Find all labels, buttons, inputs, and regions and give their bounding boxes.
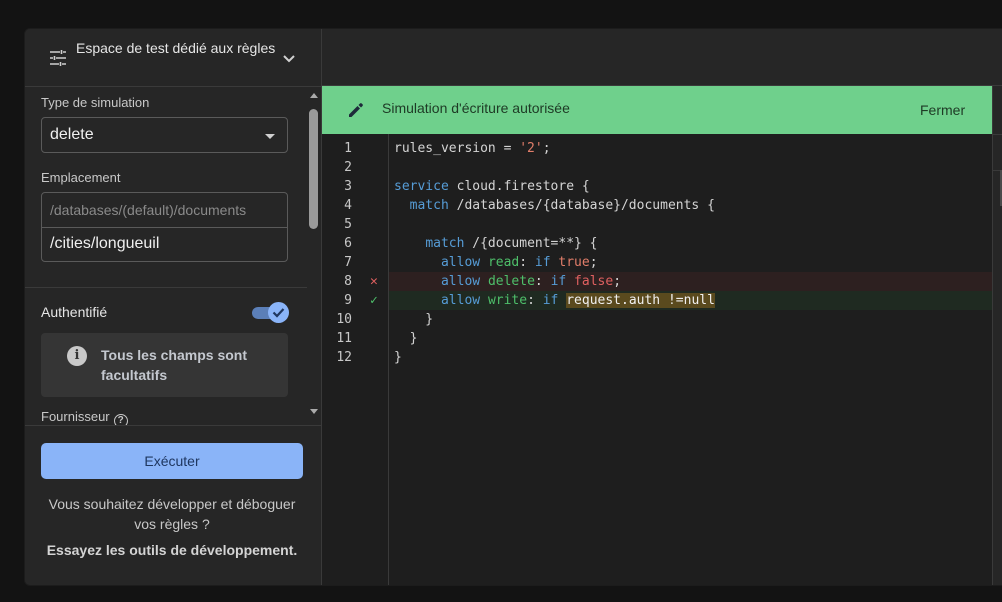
line-number: 10 — [336, 312, 352, 327]
auth-toggle[interactable] — [252, 302, 289, 323]
dev-tools-link[interactable]: Essayez les outils de développement. — [41, 542, 303, 558]
code-line: } — [394, 312, 434, 327]
code-line: allow read: if true; — [440, 255, 598, 270]
scroll-thumb[interactable] — [309, 109, 318, 229]
code-line: match /databases/{database}/documents { — [409, 198, 715, 213]
auth-label: Authentifié — [41, 304, 108, 320]
chevron-down-icon[interactable] — [281, 51, 297, 67]
location-field[interactable]: /databases/(default)/documents /cities/l… — [41, 192, 288, 262]
sim-type-select[interactable]: delete — [41, 117, 288, 153]
code-editor[interactable]: 1 2 3 4 5 6 7 8 9 10 11 12 ✕ ✓ rules_ver… — [322, 134, 992, 585]
line-number: 5 — [344, 217, 352, 232]
panel-header[interactable]: Espace de test dédié aux règles — [25, 29, 321, 87]
line-number: 6 — [344, 236, 352, 251]
pass-mark-icon: ✓ — [370, 293, 378, 308]
code-line: rules_version = '2'; — [394, 141, 551, 156]
location-divider — [42, 227, 287, 228]
panel-scrollbar[interactable] — [307, 87, 321, 425]
provider-label-text: Fournisseur — [41, 409, 110, 424]
run-button[interactable]: Exécuter — [41, 443, 303, 479]
dropdown-caret-icon — [265, 134, 275, 139]
info-icon: i — [67, 346, 87, 366]
tune-icon — [50, 50, 66, 66]
scroll-down-icon[interactable] — [310, 409, 318, 414]
simulation-panel: Espace de test dédié aux règles Type de … — [25, 29, 321, 585]
code-line: } — [394, 350, 402, 365]
line-number: 9 — [344, 293, 352, 308]
toggle-knob — [268, 302, 289, 323]
line-gutter: 1 2 3 4 5 6 7 8 9 10 11 12 ✕ ✓ — [322, 134, 389, 585]
close-banner-button[interactable]: Fermer — [920, 102, 965, 118]
banner-message: Simulation d'écriture autorisée — [382, 100, 570, 116]
info-notice: i Tous les champs sont facultatifs — [41, 333, 288, 397]
code-line: service cloud.firestore { — [394, 179, 590, 194]
help-icon[interactable]: ? — [113, 414, 128, 425]
scroll-up-icon[interactable] — [310, 93, 318, 98]
panel-scroll-area: Type de simulation delete Emplacement /d… — [25, 87, 321, 425]
code-line: } — [394, 331, 418, 346]
line-number: 11 — [336, 331, 352, 346]
rules-playground: Espace de test dédié aux règles Type de … — [24, 28, 1002, 586]
promo-text: Vous souhaitez développer et déboguer vo… — [48, 496, 296, 532]
location-label: Emplacement — [41, 170, 121, 185]
line-number: 12 — [336, 350, 352, 365]
provider-label: Fournisseur? — [41, 409, 128, 425]
panel-title: Espace de test dédié aux règles — [76, 40, 276, 56]
check-icon — [272, 308, 285, 318]
location-input[interactable]: /cities/longueuil — [50, 235, 159, 253]
panel-footer: Exécuter Vous souhaitez développer et dé… — [25, 425, 321, 585]
code-line: match /{document=**} { — [425, 236, 598, 251]
editor-panel: Simulation d'écriture autorisée Fermer 1… — [321, 29, 1002, 585]
sim-type-value: delete — [50, 126, 94, 143]
line-number: 1 — [344, 141, 352, 156]
side-strip — [992, 86, 1002, 585]
strip-divider — [993, 134, 1002, 135]
line-number: 4 — [344, 198, 352, 213]
code-content[interactable]: rules_version = '2'; service cloud.fires… — [389, 134, 992, 585]
line-number: 8 — [344, 274, 352, 289]
line-number: 2 — [344, 160, 352, 175]
code-line-denied: allow delete: if false; — [389, 272, 992, 291]
info-text: Tous les champs sont facultatifs — [101, 347, 247, 383]
location-prefix: /databases/(default)/documents — [50, 202, 247, 218]
sim-type-label: Type de simulation — [41, 95, 150, 110]
line-number: 3 — [344, 179, 352, 194]
fail-mark-icon: ✕ — [370, 274, 378, 289]
pencil-icon — [349, 103, 363, 117]
result-banner: Simulation d'écriture autorisée Fermer — [322, 86, 992, 134]
code-line-allowed: allow write: if request.auth !=null — [389, 291, 992, 310]
editor-toolbar — [322, 29, 1002, 86]
line-number: 7 — [344, 255, 352, 270]
section-divider — [25, 287, 307, 288]
